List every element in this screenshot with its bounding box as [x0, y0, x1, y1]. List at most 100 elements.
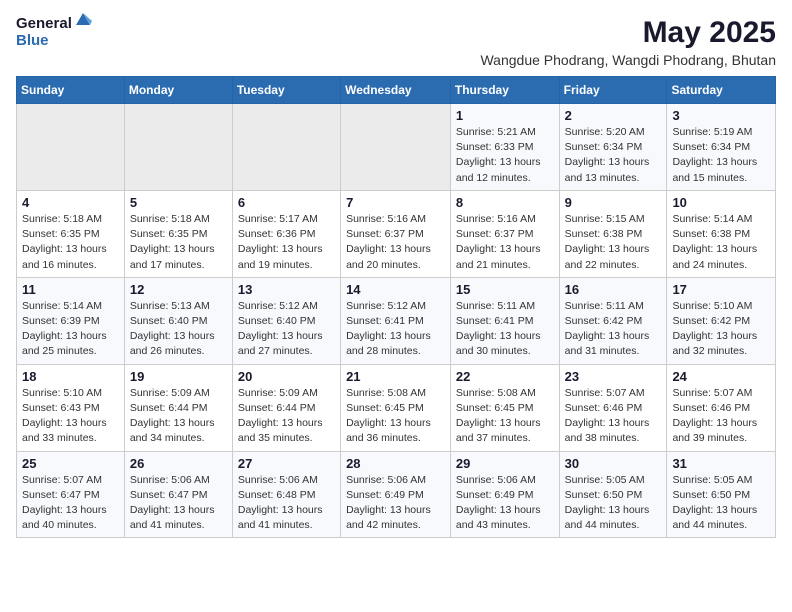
- day-number: 14: [346, 282, 445, 297]
- day-info: Sunrise: 5:07 AM Sunset: 6:46 PM Dayligh…: [565, 386, 662, 447]
- day-number: 31: [672, 456, 770, 471]
- day-info: Sunrise: 5:09 AM Sunset: 6:44 PM Dayligh…: [130, 386, 227, 447]
- day-info: Sunrise: 5:16 AM Sunset: 6:37 PM Dayligh…: [346, 212, 445, 273]
- calendar-cell: 29 Sunrise: 5:06 AM Sunset: 6:49 PM Dayli…: [450, 451, 559, 538]
- calendar-cell: [124, 104, 232, 191]
- day-number: 1: [456, 108, 554, 123]
- day-number: 15: [456, 282, 554, 297]
- calendar-cell: 13 Sunrise: 5:12 AM Sunset: 6:40 PM Dayli…: [232, 277, 340, 364]
- day-number: 25: [22, 456, 119, 471]
- day-info: Sunrise: 5:08 AM Sunset: 6:45 PM Dayligh…: [456, 386, 554, 447]
- day-info: Sunrise: 5:06 AM Sunset: 6:49 PM Dayligh…: [456, 473, 554, 534]
- location-title: Wangdue Phodrang, Wangdi Phodrang, Bhuta…: [480, 52, 776, 68]
- day-number: 27: [238, 456, 335, 471]
- calendar-cell: 22 Sunrise: 5:08 AM Sunset: 6:45 PM Dayli…: [450, 364, 559, 451]
- month-title: May 2025: [480, 16, 776, 50]
- calendar-cell: 28 Sunrise: 5:06 AM Sunset: 6:49 PM Dayli…: [341, 451, 451, 538]
- col-sunday: Sunday: [17, 77, 125, 104]
- logo-icon: [74, 11, 92, 29]
- day-number: 8: [456, 195, 554, 210]
- calendar-cell: 2Sunrise: 5:20 AM Sunset: 6:34 PM Daylig…: [559, 104, 667, 191]
- day-number: 12: [130, 282, 227, 297]
- calendar-cell: 6 Sunrise: 5:17 AM Sunset: 6:36 PM Daylig…: [232, 190, 340, 277]
- day-number: 3: [672, 108, 770, 123]
- day-number: 16: [565, 282, 662, 297]
- calendar-cell: [232, 104, 340, 191]
- calendar-cell: 26 Sunrise: 5:06 AM Sunset: 6:47 PM Dayli…: [124, 451, 232, 538]
- day-info: Sunrise: 5:12 AM Sunset: 6:41 PM Dayligh…: [346, 299, 445, 360]
- day-number: 13: [238, 282, 335, 297]
- day-info: Sunrise: 5:12 AM Sunset: 6:40 PM Dayligh…: [238, 299, 335, 360]
- calendar-cell: 14 Sunrise: 5:12 AM Sunset: 6:41 PM Dayli…: [341, 277, 451, 364]
- day-number: 21: [346, 369, 445, 384]
- day-info: Sunrise: 5:18 AM Sunset: 6:35 PM Dayligh…: [130, 212, 227, 273]
- day-info: Sunrise: 5:11 AM Sunset: 6:41 PM Dayligh…: [456, 299, 554, 360]
- day-number: 29: [456, 456, 554, 471]
- day-number: 18: [22, 369, 119, 384]
- calendar-cell: 5Sunrise: 5:18 AM Sunset: 6:35 PM Daylig…: [124, 190, 232, 277]
- calendar-cell: 30Sunrise: 5:05 AM Sunset: 6:50 PM Dayli…: [559, 451, 667, 538]
- day-number: 28: [346, 456, 445, 471]
- calendar-table: Sunday Monday Tuesday Wednesday Thursday…: [16, 76, 776, 538]
- day-number: 7: [346, 195, 445, 210]
- day-info: Sunrise: 5:07 AM Sunset: 6:47 PM Dayligh…: [22, 473, 119, 534]
- day-number: 4: [22, 195, 119, 210]
- col-friday: Friday: [559, 77, 667, 104]
- day-info: Sunrise: 5:19 AM Sunset: 6:34 PM Dayligh…: [672, 125, 770, 186]
- calendar-cell: 24 Sunrise: 5:07 AM Sunset: 6:46 PM Dayli…: [667, 364, 776, 451]
- col-wednesday: Wednesday: [341, 77, 451, 104]
- day-info: Sunrise: 5:07 AM Sunset: 6:46 PM Dayligh…: [672, 386, 770, 447]
- logo-text: General Blue: [16, 16, 92, 49]
- calendar-cell: 27 Sunrise: 5:06 AM Sunset: 6:48 PM Dayli…: [232, 451, 340, 538]
- col-thursday: Thursday: [450, 77, 559, 104]
- calendar-cell: 12 Sunrise: 5:13 AM Sunset: 6:40 PM Dayli…: [124, 277, 232, 364]
- day-number: 24: [672, 369, 770, 384]
- title-block: May 2025 Wangdue Phodrang, Wangdi Phodra…: [480, 16, 776, 68]
- day-info: Sunrise: 5:11 AM Sunset: 6:42 PM Dayligh…: [565, 299, 662, 360]
- day-info: Sunrise: 5:06 AM Sunset: 6:49 PM Dayligh…: [346, 473, 445, 534]
- page-header: General Blue May 2025 Wangdue Phodrang, …: [16, 16, 776, 68]
- day-info: Sunrise: 5:18 AM Sunset: 6:35 PM Dayligh…: [22, 212, 119, 273]
- calendar-cell: 25 Sunrise: 5:07 AM Sunset: 6:47 PM Dayli…: [17, 451, 125, 538]
- calendar-week-4: 18 Sunrise: 5:10 AM Sunset: 6:43 PM Dayli…: [17, 364, 776, 451]
- day-number: 26: [130, 456, 227, 471]
- logo: General Blue: [16, 16, 92, 49]
- calendar-cell: [17, 104, 125, 191]
- day-number: 19: [130, 369, 227, 384]
- calendar-cell: 10Sunrise: 5:14 AM Sunset: 6:38 PM Dayli…: [667, 190, 776, 277]
- col-monday: Monday: [124, 77, 232, 104]
- day-number: 6: [238, 195, 335, 210]
- col-saturday: Saturday: [667, 77, 776, 104]
- logo-blue: Blue: [16, 33, 92, 50]
- calendar-cell: 4 Sunrise: 5:18 AM Sunset: 6:35 PM Daylig…: [17, 190, 125, 277]
- day-info: Sunrise: 5:17 AM Sunset: 6:36 PM Dayligh…: [238, 212, 335, 273]
- day-info: Sunrise: 5:05 AM Sunset: 6:50 PM Dayligh…: [672, 473, 770, 534]
- calendar-cell: 7 Sunrise: 5:16 AM Sunset: 6:37 PM Daylig…: [341, 190, 451, 277]
- day-number: 20: [238, 369, 335, 384]
- day-info: Sunrise: 5:06 AM Sunset: 6:47 PM Dayligh…: [130, 473, 227, 534]
- calendar-cell: 9 Sunrise: 5:15 AM Sunset: 6:38 PM Daylig…: [559, 190, 667, 277]
- day-info: Sunrise: 5:21 AM Sunset: 6:33 PM Dayligh…: [456, 125, 554, 186]
- day-info: Sunrise: 5:05 AM Sunset: 6:50 PM Dayligh…: [565, 473, 662, 534]
- day-number: 11: [22, 282, 119, 297]
- day-number: 17: [672, 282, 770, 297]
- day-info: Sunrise: 5:13 AM Sunset: 6:40 PM Dayligh…: [130, 299, 227, 360]
- calendar-cell: 11Sunrise: 5:14 AM Sunset: 6:39 PM Dayli…: [17, 277, 125, 364]
- day-number: 9: [565, 195, 662, 210]
- day-info: Sunrise: 5:10 AM Sunset: 6:42 PM Dayligh…: [672, 299, 770, 360]
- calendar-week-1: 1 Sunrise: 5:21 AM Sunset: 6:33 PM Daylig…: [17, 104, 776, 191]
- day-info: Sunrise: 5:08 AM Sunset: 6:45 PM Dayligh…: [346, 386, 445, 447]
- day-info: Sunrise: 5:15 AM Sunset: 6:38 PM Dayligh…: [565, 212, 662, 273]
- calendar-cell: 16 Sunrise: 5:11 AM Sunset: 6:42 PM Dayli…: [559, 277, 667, 364]
- calendar-cell: 1 Sunrise: 5:21 AM Sunset: 6:33 PM Daylig…: [450, 104, 559, 191]
- col-tuesday: Tuesday: [232, 77, 340, 104]
- day-info: Sunrise: 5:16 AM Sunset: 6:37 PM Dayligh…: [456, 212, 554, 273]
- calendar-week-3: 11Sunrise: 5:14 AM Sunset: 6:39 PM Dayli…: [17, 277, 776, 364]
- day-info: Sunrise: 5:10 AM Sunset: 6:43 PM Dayligh…: [22, 386, 119, 447]
- day-info: Sunrise: 5:09 AM Sunset: 6:44 PM Dayligh…: [238, 386, 335, 447]
- calendar-week-5: 25 Sunrise: 5:07 AM Sunset: 6:47 PM Dayli…: [17, 451, 776, 538]
- calendar-week-2: 4 Sunrise: 5:18 AM Sunset: 6:35 PM Daylig…: [17, 190, 776, 277]
- day-info: Sunrise: 5:06 AM Sunset: 6:48 PM Dayligh…: [238, 473, 335, 534]
- day-number: 22: [456, 369, 554, 384]
- calendar-cell: 15 Sunrise: 5:11 AM Sunset: 6:41 PM Dayli…: [450, 277, 559, 364]
